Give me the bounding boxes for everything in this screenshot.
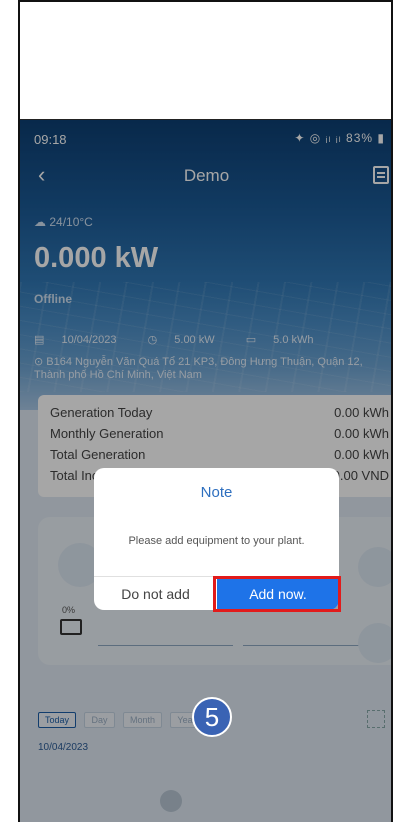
dialog-message: Please add equipment to your plant. <box>128 535 305 547</box>
dialog-title: Note <box>200 484 233 501</box>
highlight-box <box>213 576 341 612</box>
do-not-add-button[interactable]: Do not add <box>94 577 217 610</box>
plant-page: 09:18 ✦ ◎ ᵢₗ ᵢₗ 83% ▮ ‹ Demo ☁ 24/10°C 0… <box>20 120 391 822</box>
phone-frame: 09:18 ✦ ◎ ᵢₗ ᵢₗ 83% ▮ ‹ Demo ☁ 24/10°C 0… <box>18 0 393 822</box>
step-badge: 5 <box>192 697 232 737</box>
top-blank-area <box>20 2 391 120</box>
